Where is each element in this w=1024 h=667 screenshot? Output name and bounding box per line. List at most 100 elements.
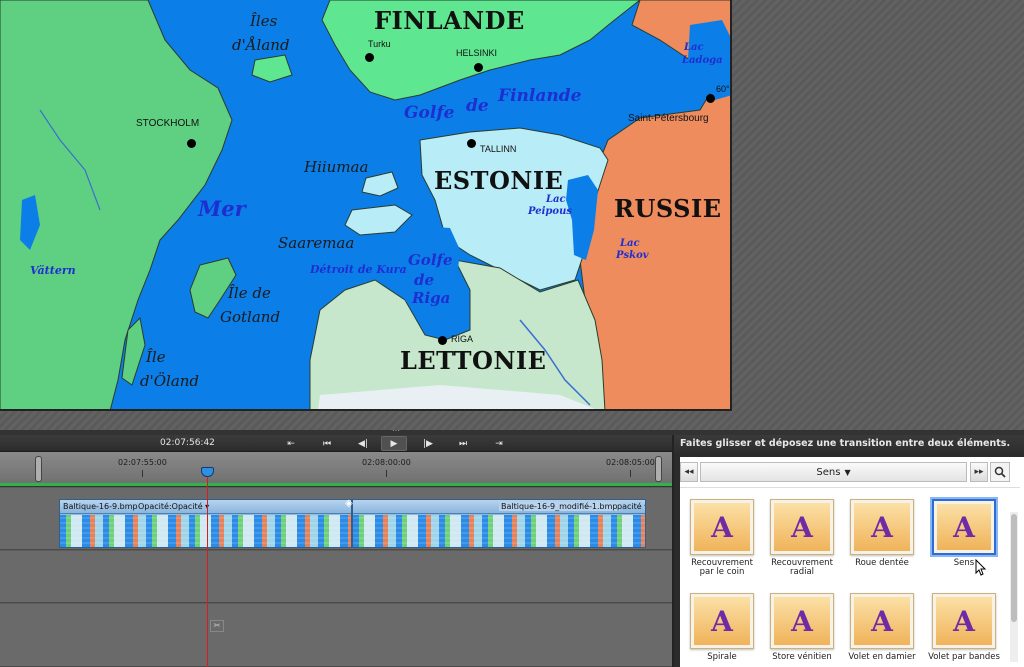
step-back-button[interactable]: ◀| (350, 436, 376, 451)
category-select[interactable]: Sens ▼ (700, 462, 967, 482)
next-edit-button[interactable]: ⏭ (450, 436, 476, 451)
transition-sens[interactable]: A Sens (925, 499, 1003, 568)
dot-helsinki (474, 63, 483, 72)
go-to-start-button[interactable]: ⇤ (278, 436, 304, 451)
ruler-label: 02:07:55:00 (118, 458, 167, 467)
divider (680, 487, 1020, 488)
search-button[interactable] (990, 462, 1010, 482)
go-to-end-button[interactable]: ⇥ (486, 436, 512, 451)
panel-title: Faites glisser et déposez une transition… (674, 435, 1024, 453)
transition-thumbnail: A (770, 499, 834, 555)
label-riga: RIGA (451, 334, 474, 344)
play-button[interactable]: ▶ (381, 436, 407, 451)
transition-glyph: A (774, 503, 830, 551)
dot-60 (706, 94, 715, 103)
playhead-line (207, 476, 208, 667)
ruler-label: 02:08:05:00 (606, 458, 655, 467)
chevron-down-icon: ▼ (844, 467, 851, 477)
label-oland: d'Öland (140, 372, 200, 390)
transition-label: Store vénitien (772, 652, 832, 662)
label-60: 60° (716, 84, 730, 94)
previous-edit-button[interactable]: ⏮ (314, 436, 340, 451)
work-area-bar[interactable] (0, 483, 672, 486)
transition-recouvrement-coin[interactable]: A Recouvrement par le coin (683, 499, 761, 577)
label-detroit-kura: Détroit de Kura (310, 263, 407, 276)
label-de: de (466, 96, 489, 116)
transition-thumbnail: A (850, 593, 914, 649)
zoom-handle-right[interactable] (655, 456, 662, 482)
label-lac-peipous-2: Peipous (528, 206, 572, 217)
label-golfe: Golfe (404, 103, 455, 123)
transition-marker-icon[interactable]: ◈ (345, 498, 357, 510)
transition-store-venitien[interactable]: A Store vénitien (763, 593, 841, 662)
transition-volet-bandes[interactable]: A Volet par bandes (925, 593, 1003, 662)
zoom-handle-left[interactable] (35, 456, 42, 482)
label-saint-petersbourg: Saint-Pétersbourg (628, 113, 709, 124)
label-finlande-gulf: Finlande (498, 86, 582, 106)
transport-bar: 02:07:56:42 ⇤ ⏮ ◀| ▶ |▶ ⏭ ⇥ (0, 435, 672, 452)
category-label: Sens (816, 466, 841, 478)
timeline-clip[interactable]: Baltique-16-9.bmp Opacité:Opacité ▾ (59, 499, 352, 548)
transition-roue-dentee[interactable]: A Roue dentée (843, 499, 921, 568)
splitter-grip-icon[interactable]: ⋯ (392, 426, 401, 435)
label-estonie: ESTONIE (434, 166, 564, 195)
transitions-grid: A Recouvrement par le coin A Recouvremen… (680, 489, 1008, 667)
label-finlande: FINLANDE (374, 6, 525, 35)
transition-thumbnail: A (850, 499, 914, 555)
transition-label: Volet en damier (848, 652, 916, 662)
label-lac-peipous-1: Lac (546, 194, 566, 205)
ruler-tick (386, 470, 387, 477)
step-forward-button[interactable]: |▶ (415, 436, 441, 451)
transition-label: Roue dentée (855, 558, 909, 568)
video-track-2 (0, 551, 672, 603)
timeline-clip[interactable]: Baltique-16-9_modifié-1.bmp pacité ▾ (352, 499, 646, 548)
transitions-body: ◂◂ Sens ▼ ▸▸ A Recouvrement par le coin … (680, 457, 1024, 667)
mouse-cursor-icon (975, 559, 987, 576)
transition-volet-damier[interactable]: A Volet en damier (843, 593, 921, 662)
label-gotland: Gotland (220, 308, 281, 326)
label-mer: Mer (198, 196, 246, 221)
transition-label: Sens (953, 558, 975, 568)
transition-label: Recouvrement par le coin (691, 558, 753, 577)
ruler-tick (142, 470, 143, 477)
clip-header: Baltique-16-9.bmp Opacité:Opacité ▾ (60, 500, 351, 514)
transition-recouvrement-radial[interactable]: A Recouvrement radial (763, 499, 841, 577)
transition-spirale[interactable]: A Spirale (683, 593, 761, 662)
clip-opacity-menu[interactable]: Opacité:Opacité ▾ (138, 502, 209, 511)
label-golfe-riga-3: Riga (412, 289, 451, 307)
label-helsinki: HELSINKI (456, 48, 498, 58)
label-lac-ladoga-1: Lac (684, 42, 704, 53)
label-stockholm: STOCKHOLM (136, 118, 200, 129)
label-russie: RUSSIE (614, 194, 722, 223)
scissors-icon[interactable]: ✂ (210, 620, 224, 632)
label-hiiumaa: Hiiumaa (304, 158, 369, 176)
clip-opacity-menu[interactable]: pacité ▾ (617, 502, 645, 511)
search-icon (994, 466, 1006, 478)
transition-glyph: A (936, 597, 992, 645)
transition-label: Spirale (707, 652, 737, 662)
monitor-preview[interactable]: FINLANDE Îles d'Åland Turku HELSINKI Lac… (0, 0, 732, 411)
clip-name: Baltique-16-9.bmp (63, 502, 138, 511)
transition-thumbnail: A (770, 593, 834, 649)
time-ruler[interactable]: 02:07:55:00 02:08:00:00 02:08:05:00 (0, 452, 672, 487)
transitions-scrollbar[interactable] (1010, 512, 1018, 662)
transition-thumbnail: A (932, 499, 996, 555)
transition-label: Volet par bandes (928, 652, 1000, 662)
category-bar: ◂◂ Sens ▼ ▸▸ (680, 462, 1020, 482)
dot-stockholm (187, 139, 196, 148)
video-track-3 (0, 604, 672, 667)
dot-turku (365, 53, 374, 62)
current-timecode[interactable]: 02:07:56:42 (160, 438, 215, 448)
prev-category-button[interactable]: ◂◂ (680, 462, 698, 482)
label-vattern: Vättern (30, 264, 76, 277)
scroll-thumb[interactable] (1011, 514, 1017, 622)
label-lac-pskov-1: Lac (620, 238, 640, 249)
transition-glyph: A (854, 597, 910, 645)
next-category-button[interactable]: ▸▸ (970, 462, 988, 482)
transition-thumbnail: A (932, 593, 996, 649)
transition-glyph: A (937, 504, 991, 550)
clip-thumbnails (353, 515, 645, 547)
ruler-tick (630, 470, 631, 477)
label-golfe-riga-2: de (414, 271, 435, 289)
label-lac-ladoga-2: Ladoga (682, 55, 723, 66)
